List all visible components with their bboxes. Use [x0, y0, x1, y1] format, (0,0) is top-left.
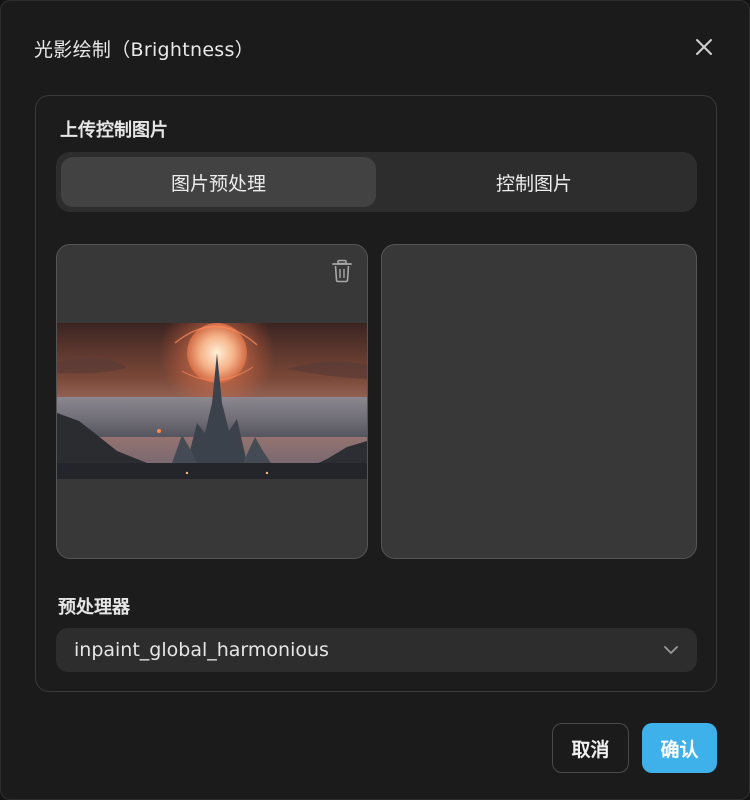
- upload-section-label: 上传控制图片: [60, 120, 168, 141]
- tab-preprocess[interactable]: 图片预处理: [61, 157, 376, 207]
- control-image-card[interactable]: [381, 244, 697, 559]
- source-image-card[interactable]: [56, 244, 368, 559]
- close-icon: [696, 39, 712, 55]
- preprocessor-selected-value: inpaint_global_harmonious: [74, 639, 329, 661]
- preprocessor-label: 预处理器: [58, 597, 130, 618]
- dialog-title: 光影绘制（Brightness）: [34, 39, 255, 61]
- tab-control-image[interactable]: 控制图片: [376, 157, 692, 207]
- control-panel: 上传控制图片 图片预处理 控制图片 预处理器 inpaint_global_ha…: [35, 95, 717, 692]
- trash-icon: [332, 259, 352, 283]
- preprocessor-select[interactable]: inpaint_global_harmonious: [56, 628, 697, 672]
- delete-image-button[interactable]: [331, 259, 353, 283]
- confirm-button[interactable]: 确认: [642, 723, 717, 773]
- brightness-dialog: 光影绘制（Brightness） 上传控制图片 图片预处理 控制图片 预处理器 …: [0, 0, 750, 800]
- cancel-button[interactable]: 取消: [552, 723, 629, 773]
- uploaded-image: [57, 323, 367, 479]
- tab-bar: 图片预处理 控制图片: [56, 152, 697, 212]
- close-button[interactable]: [691, 34, 717, 60]
- chevron-down-icon: [664, 646, 678, 654]
